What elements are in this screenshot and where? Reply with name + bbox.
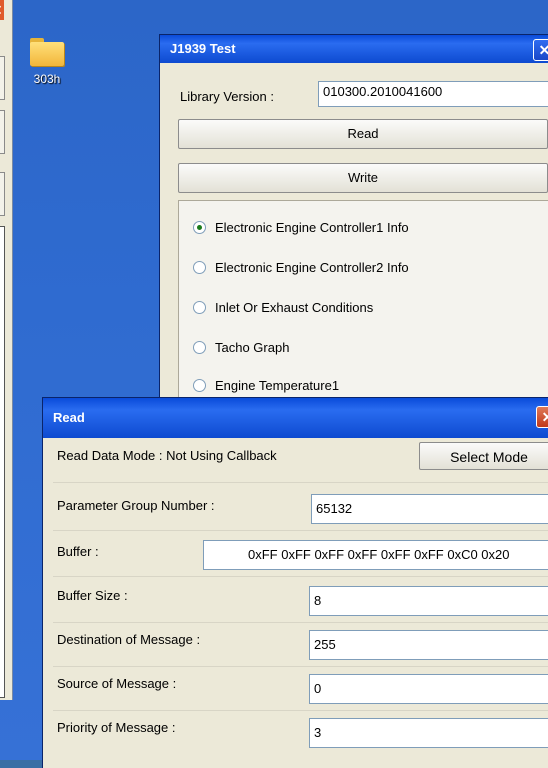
side-button[interactable] [0, 172, 5, 216]
read-button[interactable]: Read [178, 119, 548, 149]
divider [53, 622, 548, 623]
close-icon[interactable]: ✕ [0, 0, 4, 20]
read-window: Read ✕ Read Data Mode : Not Using Callba… [43, 398, 548, 768]
pgn-field[interactable]: 65132 [311, 494, 548, 524]
divider [53, 710, 548, 711]
radio-icon [193, 260, 206, 274]
destination-label: Destination of Message : [57, 632, 201, 647]
j1939-test-window: J1939 Test ✕ Library Version : 010300.20… [160, 35, 548, 442]
close-icon[interactable]: ✕ [533, 39, 548, 61]
buffer-size-label: Buffer Size : [57, 588, 128, 603]
write-button[interactable]: Write [178, 163, 548, 193]
library-version-field[interactable]: 010300.2010041600 [318, 81, 548, 107]
radio-label: Electronic Engine Controller2 Info [215, 259, 409, 275]
radio-label: Engine Temperature1 [215, 377, 340, 393]
radio-icon [193, 340, 206, 354]
buffer-field[interactable]: 0xFF 0xFF 0xFF 0xFF 0xFF 0xFF 0xC0 0x20 [203, 540, 548, 570]
pgn-label: Parameter Group Number : [57, 498, 215, 513]
priority-field[interactable]: 3 [309, 718, 548, 748]
radio-engine-temp1[interactable]: Engine Temperature1 [193, 377, 339, 393]
buffer-label: Buffer : [57, 544, 99, 559]
radio-eec2[interactable]: Electronic Engine Controller2 Info [193, 259, 409, 275]
window-titlebar[interactable]: Read ✕ [43, 398, 548, 438]
read-mode-text: Read Data Mode : Not Using Callback [57, 448, 277, 463]
side-button[interactable] [0, 56, 5, 100]
radio-inlet-exhaust[interactable]: Inlet Or Exhaust Conditions [193, 299, 373, 315]
destination-field[interactable]: 255 [309, 630, 548, 660]
radio-selected-icon [193, 220, 206, 234]
divider [53, 576, 548, 577]
source-label: Source of Message : [57, 676, 177, 691]
window-titlebar[interactable]: J1939 Test ✕ [160, 35, 548, 63]
radio-label: Tacho Graph [215, 339, 290, 355]
background-window-edge: ✕ [0, 0, 13, 700]
close-icon[interactable]: ✕ [536, 406, 548, 428]
select-mode-button[interactable]: Select Mode [419, 442, 548, 470]
divider [53, 530, 548, 531]
side-panel [0, 226, 5, 698]
radio-icon [193, 300, 206, 314]
buffer-size-field[interactable]: 8 [309, 586, 548, 616]
divider [53, 666, 548, 667]
radio-eec1[interactable]: Electronic Engine Controller1 Info [193, 219, 409, 235]
radio-icon [193, 378, 206, 392]
library-version-label: Library Version : [180, 89, 274, 104]
window-title: J1939 Test [170, 41, 236, 56]
priority-label: Priority of Message : [57, 720, 176, 735]
divider [53, 482, 548, 483]
radio-label: Electronic Engine Controller1 Info [215, 219, 409, 235]
folder-icon [30, 38, 64, 66]
side-button[interactable] [0, 110, 5, 154]
source-field[interactable]: 0 [309, 674, 548, 704]
radio-tacho-graph[interactable]: Tacho Graph [193, 339, 289, 355]
radio-label: Inlet Or Exhaust Conditions [215, 299, 374, 315]
desktop-icon-label: 303h [33, 72, 61, 86]
desktop-folder-303h[interactable]: 303h [22, 38, 72, 86]
window-title: Read [53, 410, 85, 425]
